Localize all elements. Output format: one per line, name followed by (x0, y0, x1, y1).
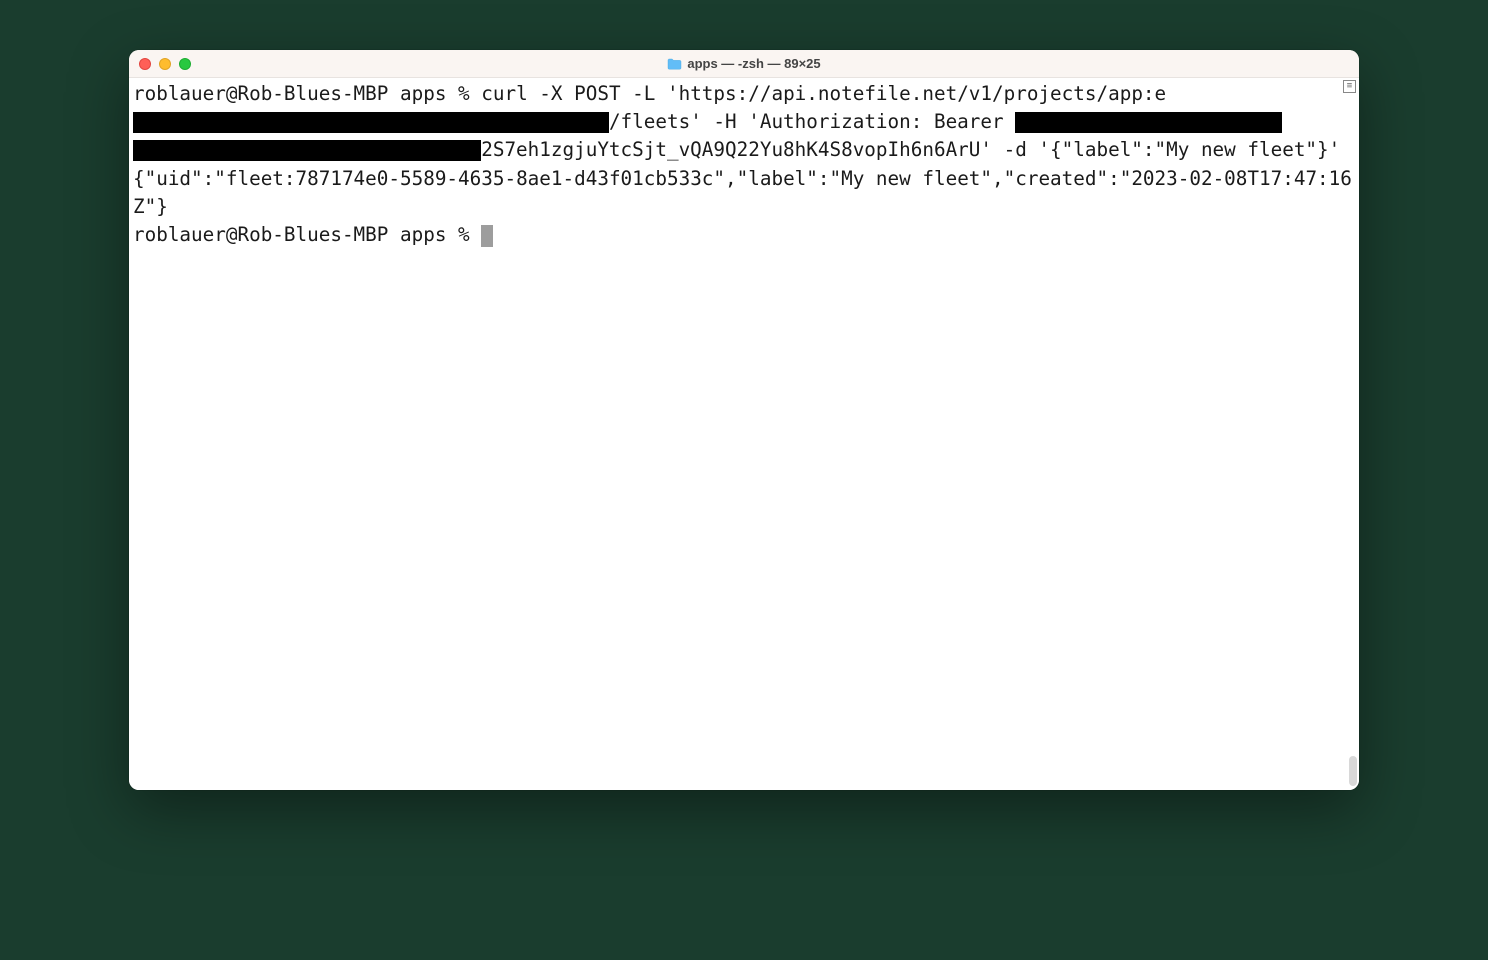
minimize-button[interactable] (159, 58, 171, 70)
traffic-lights (139, 58, 191, 70)
command-text-2: /fleets' -H 'Authorization: Bearer (609, 110, 1015, 133)
redacted-token-1: xxxxxxxxxxxxxxxxxxxxxxx (1015, 112, 1282, 133)
terminal-line-1: roblauer@Rob-Blues-MBP apps % curl -X PO… (133, 82, 1340, 161)
terminal-body[interactable]: roblauer@Rob-Blues-MBP apps % curl -X PO… (129, 78, 1359, 790)
terminal-prompt: roblauer@Rob-Blues-MBP apps % (133, 223, 493, 246)
terminal-window: apps — -zsh — 89×25 roblauer@Rob-Blues-M… (129, 50, 1359, 790)
maximize-button[interactable] (179, 58, 191, 70)
command-text-3: 2S7eh1zgjuYtcSjt_vQA9Q22Yu8hK4S8vopIh6n6… (481, 138, 1340, 161)
cursor (481, 225, 493, 247)
close-button[interactable] (139, 58, 151, 70)
window-title-text: apps — -zsh — 89×25 (687, 56, 820, 71)
redacted-path: xxxxxxxxxxxxxxxxxxxxxxxxxxxxxxxxxxxxxxxx… (133, 112, 609, 133)
terminal-response: {"uid":"fleet:787174e0-5589-4635-8ae1-d4… (133, 167, 1352, 218)
scroll-origin-indicator: ≡ (1343, 80, 1356, 93)
prompt-text: roblauer@Rob-Blues-MBP apps % (133, 223, 481, 246)
redacted-token-2: xxxxxxxxxxxxxxxxxxxxxxxxxxxxxx (133, 140, 481, 161)
scrollbar-thumb[interactable] (1349, 756, 1357, 786)
folder-icon (667, 57, 682, 70)
command-text-1: roblauer@Rob-Blues-MBP apps % curl -X PO… (133, 82, 1166, 105)
titlebar[interactable]: apps — -zsh — 89×25 (129, 50, 1359, 78)
window-title: apps — -zsh — 89×25 (129, 56, 1359, 71)
